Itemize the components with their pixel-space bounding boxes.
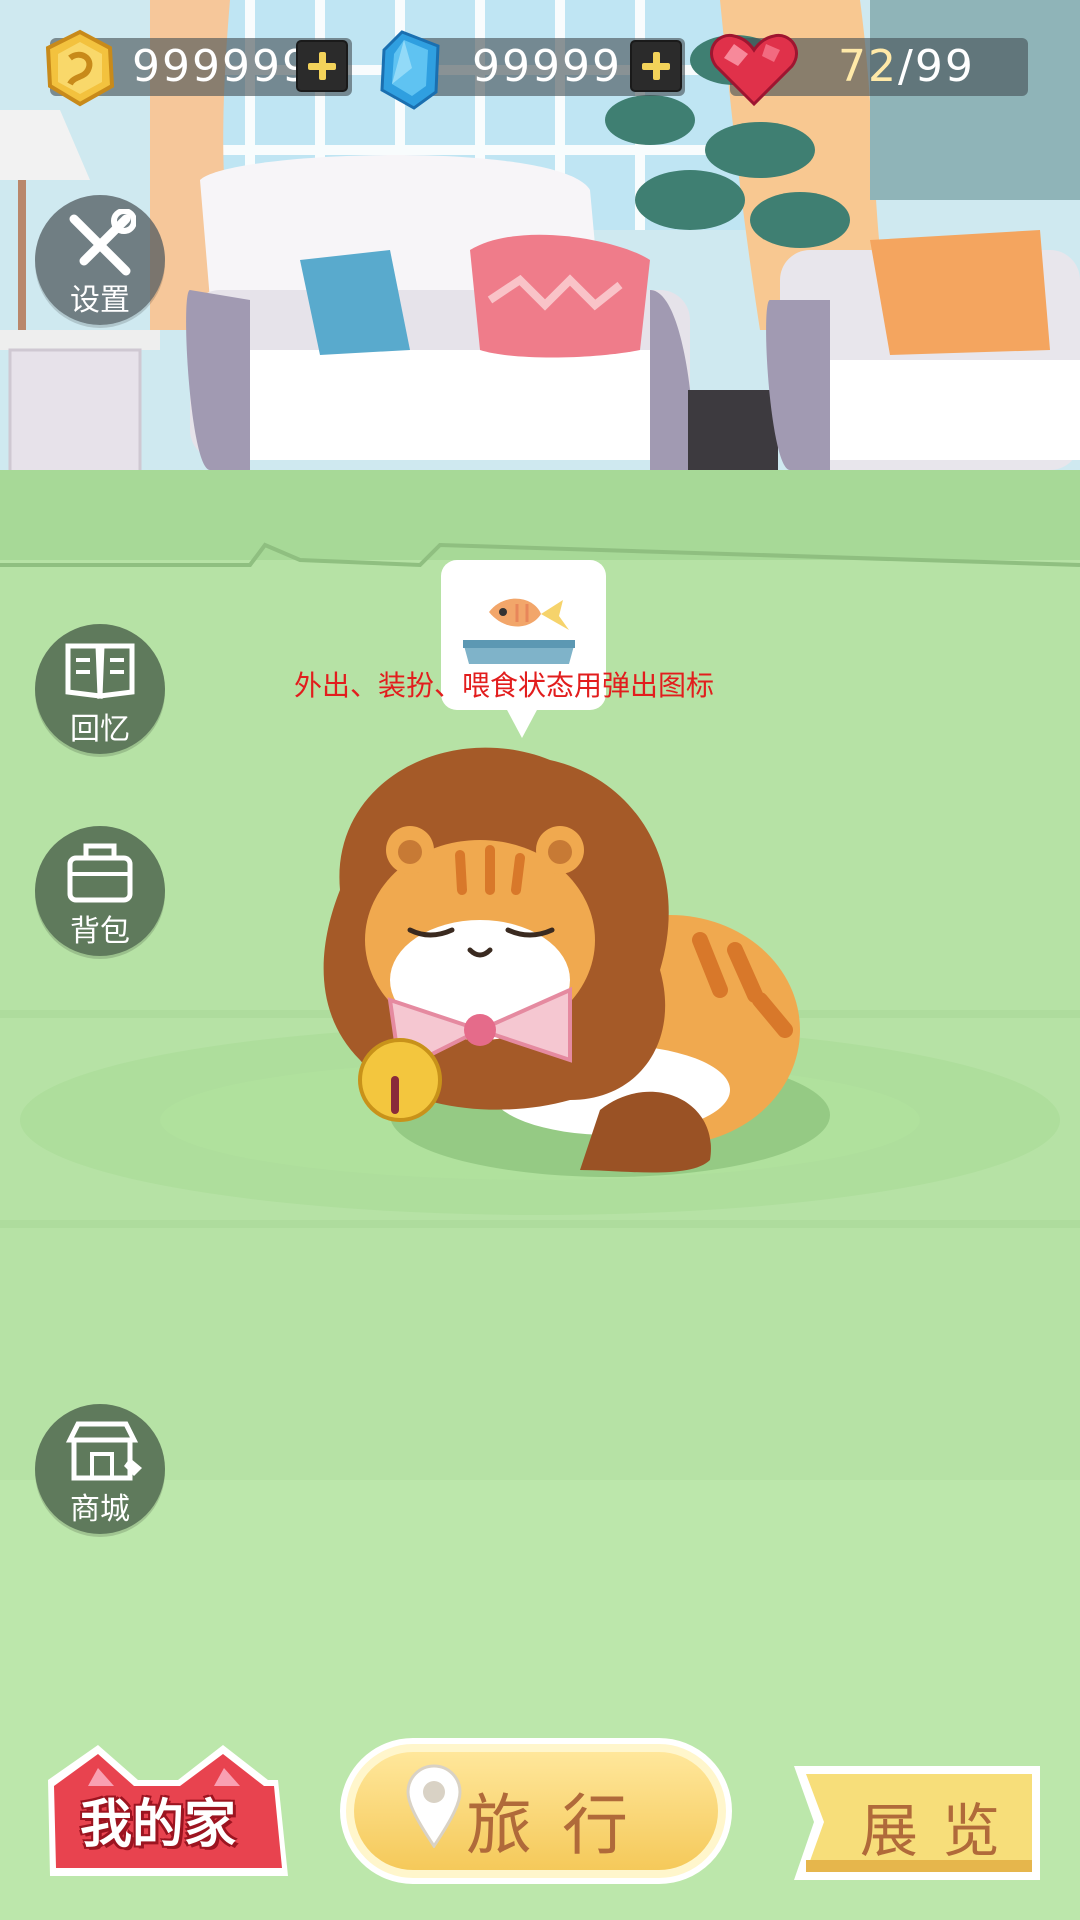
backpack-button[interactable]: 背包 xyxy=(35,826,165,956)
status-popup-tail xyxy=(506,708,538,738)
pet-cat[interactable] xyxy=(280,740,880,1220)
settings-label: 设置 xyxy=(70,283,130,318)
blue-gem-icon xyxy=(380,30,440,110)
bag-icon xyxy=(67,843,133,903)
location-pin-icon xyxy=(406,1764,462,1848)
hearts-max: 99 xyxy=(914,41,975,92)
gold-coin-icon xyxy=(45,29,115,107)
tab-my-home-label: 我的家 xyxy=(79,1795,236,1855)
hearts-value: 72/99 xyxy=(838,38,975,96)
game-scene: 999999 99999 72/99 设置 回忆 背包 商城 外出、装扮、喂食状… xyxy=(0,0,1080,1920)
wrench-screwdriver-icon xyxy=(69,209,136,276)
backpack-label: 背包 xyxy=(70,914,130,949)
gems-value: 99999 xyxy=(472,41,622,92)
tab-exhibit-label: 展览 xyxy=(860,1797,1025,1865)
memories-label: 回忆 xyxy=(70,712,130,747)
add-gems-button[interactable] xyxy=(630,40,682,92)
open-book-icon xyxy=(65,643,135,699)
coins-value: 999999 xyxy=(132,41,312,92)
status-popup-annotation: 外出、装扮、喂食状态用弹出图标 xyxy=(294,669,715,702)
tab-travel-label: 旅行 xyxy=(466,1787,658,1864)
hearts-current: 72 xyxy=(838,41,898,92)
storefront-icon xyxy=(65,1421,142,1481)
memories-button[interactable]: 回忆 xyxy=(35,624,165,754)
settings-button[interactable]: 设置 xyxy=(35,195,165,325)
shop-button[interactable]: 商城 xyxy=(35,1404,165,1534)
currency-bar: 999999 99999 72/99 xyxy=(0,0,1080,150)
add-coins-button[interactable] xyxy=(296,40,348,92)
shop-label: 商城 xyxy=(70,1492,130,1527)
red-heart-icon xyxy=(710,33,798,107)
hearts-separator: / xyxy=(898,41,915,92)
